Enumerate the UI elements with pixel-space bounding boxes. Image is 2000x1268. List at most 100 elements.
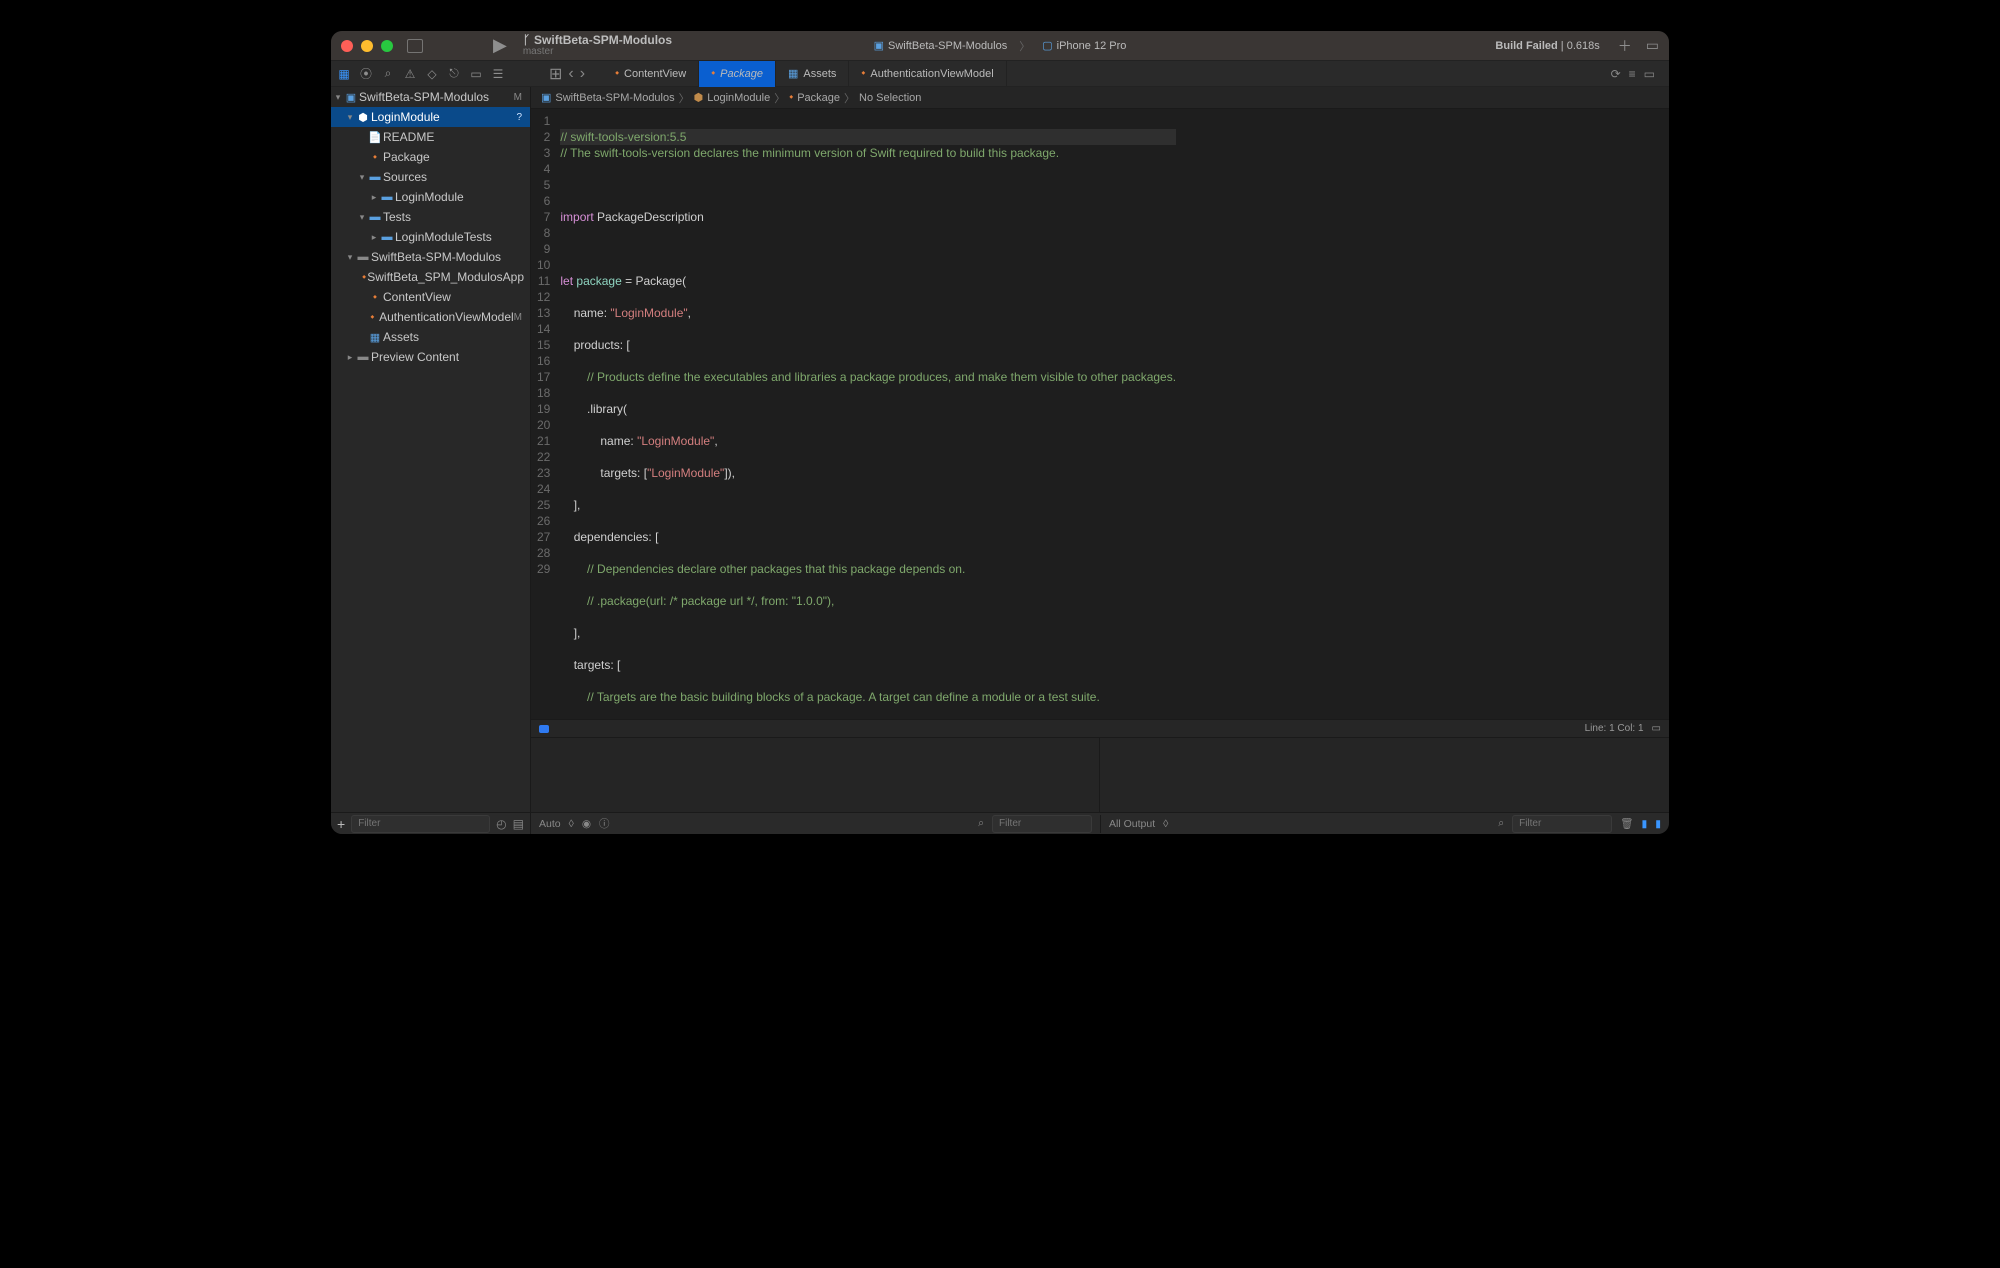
navigator-selector: ▦ ⦿ ⌕ ⚠ ◇ ⎋ ▭ ☰: [337, 67, 531, 81]
assets-icon: ▦: [788, 67, 798, 80]
tree-preview[interactable]: ▸▬Preview Content: [331, 347, 530, 367]
loupe-icon: ⌕: [978, 817, 984, 830]
tab-assets[interactable]: ▦Assets: [776, 61, 849, 87]
tree-loginmoduletests[interactable]: ▸▬LoginModuleTests: [331, 227, 530, 247]
app-icon: ▣: [874, 39, 884, 52]
tree-tests[interactable]: ▾▬Tests: [331, 207, 530, 227]
tree-loginmodule-src[interactable]: ▸▬LoginModule: [331, 187, 530, 207]
doc-icon: 📄: [367, 131, 383, 144]
toolbar-row: ▦ ⦿ ⌕ ⚠ ◇ ⎋ ▭ ☰ ⊞ ‹ › ⬩ContentView ⬩Pack…: [331, 61, 1669, 87]
trash-icon[interactable]: 🗑: [1620, 817, 1633, 830]
left-pane-toggle-icon[interactable]: ▮: [1641, 818, 1647, 830]
library-icon[interactable]: ▭: [1646, 37, 1659, 54]
code-body[interactable]: // swift-tools-version:5.5 // The swift-…: [560, 109, 1176, 719]
folder-icon: ▬: [367, 171, 383, 183]
cursor-position: Line: 1 Col: 1: [1585, 723, 1644, 734]
tree-readme[interactable]: 📄README: [331, 127, 530, 147]
variables-view[interactable]: [531, 738, 1100, 812]
tree-root[interactable]: ▾▣SwiftBeta-SPM-ModulosM: [331, 87, 530, 107]
sidebar-toggle-icon[interactable]: [407, 39, 423, 53]
tree-assets[interactable]: ▦Assets: [331, 327, 530, 347]
jump-bar[interactable]: ▣SwiftBeta-SPM-Modulos〉 ⬢LoginModule〉 ⬩P…: [531, 87, 1669, 109]
breakpoint-navigator-icon[interactable]: ▭: [469, 67, 483, 81]
branch-icon: ᚴ: [523, 34, 530, 46]
editor-tabs: ⬩ContentView ⬩Package ▦Assets ⬩Authentic…: [603, 61, 1007, 87]
editor-area: ▣SwiftBeta-SPM-Modulos〉 ⬢LoginModule〉 ⬩P…: [531, 87, 1669, 834]
code-editor[interactable]: 1234567891011121314151617181920212223242…: [531, 109, 1669, 719]
tree-package[interactable]: ⬩Package: [331, 147, 530, 167]
report-navigator-icon[interactable]: ☰: [491, 67, 505, 81]
build-status: Build Failed | 0.618s: [1495, 40, 1599, 52]
folder-icon: ▬: [379, 191, 395, 203]
inspector-toggle-icon[interactable]: ▭: [1652, 723, 1661, 734]
console-filter-input[interactable]: [1512, 815, 1612, 833]
swift-icon: ⬩: [367, 151, 383, 164]
navigator-bottom-bar: + ◴ ▤: [331, 812, 530, 834]
tree-app[interactable]: ⬩SwiftBeta_SPM_ModulosApp: [331, 267, 530, 287]
scheme-selector[interactable]: ▣SwiftBeta-SPM-Modulos 〉 ▢iPhone 12 Pro: [868, 37, 1133, 54]
chevron-icon: ◊: [1163, 818, 1168, 830]
chevron-icon: ◊: [569, 818, 574, 830]
debug-bar: Auto ◊ ◉ ⓘ ⌕ All Output ◊ ⌕ 🗑 ▮ ▮: [531, 812, 1669, 834]
tab-contentview[interactable]: ⬩ContentView: [603, 61, 699, 87]
scheme-device-label: iPhone 12 Pro: [1057, 40, 1127, 52]
recent-icon[interactable]: ◴: [496, 817, 506, 831]
variables-filter-input[interactable]: [992, 815, 1092, 833]
auto-label[interactable]: Auto: [539, 818, 561, 830]
source-control-navigator-icon[interactable]: ⦿: [359, 67, 373, 81]
review-icon[interactable]: ⟳: [1611, 67, 1621, 81]
adjust-editor-icon[interactable]: ≡: [1629, 67, 1636, 81]
forward-icon[interactable]: ›: [580, 65, 585, 83]
project-navigator-icon[interactable]: ▦: [337, 67, 351, 81]
scheme-app-label: SwiftBeta-SPM-Modulos: [888, 40, 1007, 52]
back-icon[interactable]: ‹: [568, 65, 573, 83]
swift-icon: ⬩: [367, 291, 383, 304]
debug-navigator-icon[interactable]: ⎋: [447, 67, 461, 81]
tree-sources[interactable]: ▾▬Sources: [331, 167, 530, 187]
project-icon: ▣: [541, 91, 551, 104]
test-navigator-icon[interactable]: ◇: [425, 67, 439, 81]
run-button[interactable]: ▶: [493, 35, 507, 56]
swift-icon: ⬩: [861, 67, 865, 80]
tree-folder[interactable]: ▾▬SwiftBeta-SPM-Modulos: [331, 247, 530, 267]
symbol-navigator-icon[interactable]: ⌕: [381, 67, 395, 81]
scheme-project[interactable]: ᚴ SwiftBeta-SPM-Modulos master: [523, 34, 672, 58]
branch-name: master: [523, 46, 672, 58]
editor-layout-icons: ⟳ ≡ ▭: [1603, 67, 1663, 81]
tab-authvm[interactable]: ⬩AuthenticationViewModel: [849, 61, 1006, 87]
zoom-icon[interactable]: [381, 40, 393, 52]
add-icon[interactable]: ＋: [1618, 36, 1632, 56]
xcode-window: ▶ ᚴSwiftBeta-SPM-Modulos master ▣SwiftBe…: [330, 30, 1670, 835]
swift-icon: ⬩: [615, 67, 619, 80]
close-icon[interactable]: [341, 40, 353, 52]
project-name: SwiftBeta-SPM-Modulos: [534, 34, 672, 46]
tree-contentview[interactable]: ⬩ContentView: [331, 287, 530, 307]
console-view[interactable]: [1100, 738, 1669, 812]
output-selector[interactable]: All Output: [1109, 818, 1155, 830]
navigator-filter-input[interactable]: [351, 815, 490, 833]
titlebar: ▶ ᚴ SwiftBeta-SPM-Modulos master ▣ SwiftBe…: [331, 31, 1669, 61]
folder-icon: ▬: [367, 211, 383, 223]
tree-authvm[interactable]: ⬩AuthenticationViewModelM: [331, 307, 530, 327]
eye-icon[interactable]: ◉: [582, 818, 591, 830]
find-navigator-icon[interactable]: ⚠: [403, 67, 417, 81]
add-file-icon[interactable]: +: [337, 816, 345, 832]
swift-icon: ⬩: [789, 91, 793, 104]
info-icon[interactable]: ⓘ: [599, 816, 610, 831]
file-tree[interactable]: ▾▣SwiftBeta-SPM-ModulosM ▾⬢LoginModule? …: [331, 87, 530, 812]
add-editor-icon[interactable]: ▭: [1644, 67, 1655, 81]
editor-status-bar: Line: 1 Col: 1 ▭: [531, 719, 1669, 737]
swift-icon: ⬩: [711, 67, 715, 80]
tab-package[interactable]: ⬩Package: [699, 61, 776, 87]
scm-filter-icon[interactable]: ▤: [513, 817, 524, 831]
folder-icon: ▬: [379, 231, 395, 243]
related-items-icon[interactable]: ⊞: [549, 64, 562, 84]
right-pane-toggle-icon[interactable]: ▮: [1655, 818, 1661, 830]
line-gutter: 1234567891011121314151617181920212223242…: [531, 109, 560, 719]
minimize-icon[interactable]: [361, 40, 373, 52]
swift-icon: ⬩: [366, 311, 380, 324]
tree-loginmodule[interactable]: ▾⬢LoginModule?: [331, 107, 530, 127]
loupe-icon: ⌕: [1498, 817, 1504, 830]
minimap-icon[interactable]: [539, 725, 549, 733]
folder-icon: ▬: [355, 351, 371, 363]
